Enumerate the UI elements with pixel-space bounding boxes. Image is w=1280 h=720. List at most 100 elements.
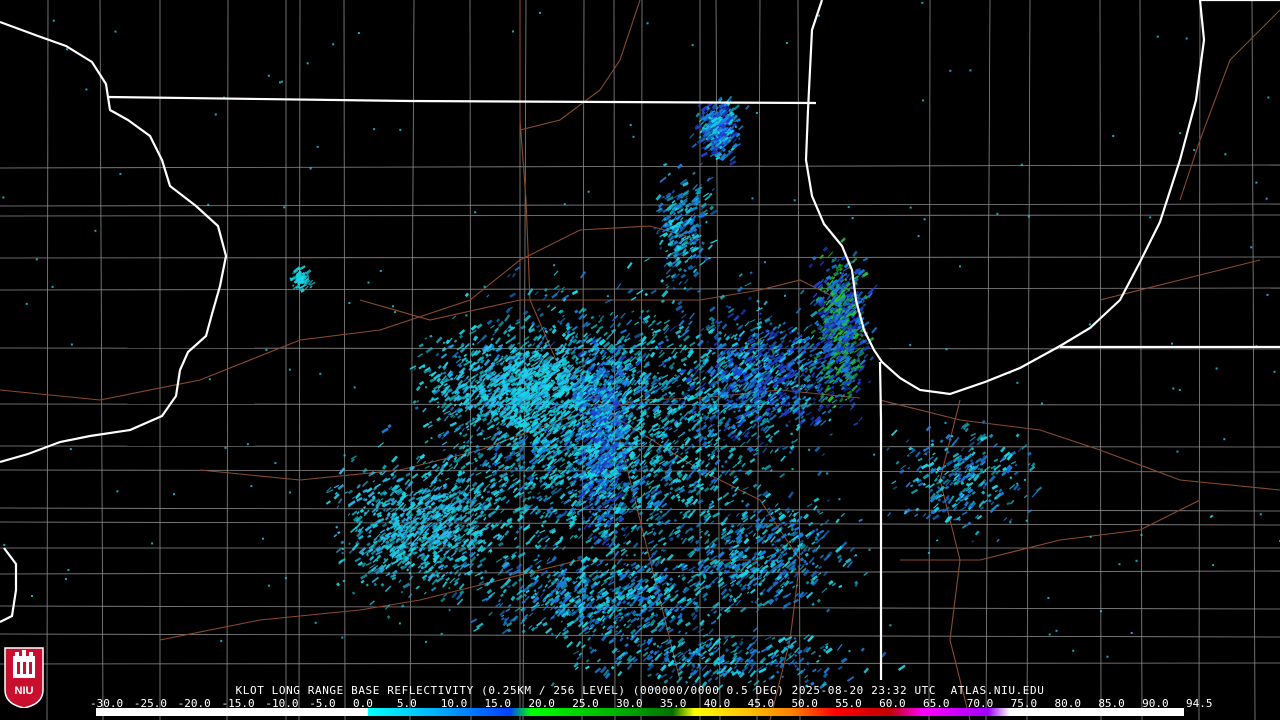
echo-speck: [493, 416, 500, 422]
echo-speck: [458, 329, 466, 335]
radar-map-canvas: [0, 0, 1280, 720]
echo-speck: [592, 526, 600, 534]
echo-speck: [442, 408, 447, 413]
echo-speck: [449, 406, 455, 411]
echo-speck: [549, 341, 556, 348]
echo-speck: [539, 514, 544, 520]
echo-speck: [650, 289, 657, 295]
county-line: [226, 0, 229, 720]
echo-speck: [677, 300, 683, 306]
echo-speck: [558, 317, 566, 324]
echo-speck: [653, 473, 659, 478]
echo-speck: [665, 338, 670, 342]
echo-speck: [518, 525, 523, 531]
echo-speck: [756, 325, 762, 330]
echo-speck: [684, 509, 691, 515]
echo-speck: [678, 343, 683, 348]
echo-speck: [664, 519, 671, 526]
echo-speck: [413, 367, 417, 371]
echo-speck: [476, 431, 483, 437]
echo-speck: [523, 341, 528, 346]
echo-speck: [623, 338, 628, 343]
echo-speck: [416, 399, 420, 403]
echo-speck: [531, 495, 536, 500]
echo-speck: [537, 534, 541, 538]
echo-speck: [577, 533, 583, 540]
echo-speck: [756, 484, 762, 490]
echo-speck: [653, 314, 657, 318]
echo-speck: [560, 290, 564, 293]
echo-speck: [620, 312, 626, 319]
echo-speck: [581, 464, 586, 469]
echo-speck: [537, 307, 541, 312]
echo-speck: [827, 408, 832, 414]
echo-speck: [476, 323, 483, 330]
echo-speck: [483, 358, 491, 367]
echo-speck: [632, 397, 641, 404]
echo-speck: [747, 296, 753, 301]
echo-speck: [656, 430, 661, 436]
echo-speck: [738, 330, 746, 338]
echo-speck: [672, 439, 676, 444]
echo-speck: [512, 487, 518, 494]
county-line: [0, 521, 1280, 526]
echo-speck: [414, 406, 419, 410]
echo-speck: [583, 524, 589, 530]
echo-speck: [481, 334, 488, 341]
echo-speck: [456, 414, 463, 419]
echo-speck: [634, 321, 640, 326]
echo-speck: [707, 458, 711, 461]
echo-speck: [696, 339, 704, 347]
county-line: [99, 0, 104, 720]
echo-speck: [674, 450, 679, 454]
echo-speck: [588, 510, 592, 514]
echo-speck: [669, 536, 674, 542]
echo-speck: [487, 541, 493, 547]
echo-speck: [381, 427, 389, 434]
echo-speck: [799, 289, 805, 295]
echo-speck: [658, 529, 664, 535]
echo-speck: [540, 349, 544, 352]
echo-speck: [620, 329, 627, 334]
echo-speck: [435, 336, 443, 344]
echo-speck: [689, 341, 696, 347]
echo-speck: [415, 385, 421, 392]
echo-speck: [561, 314, 565, 318]
echo-speck: [749, 271, 753, 275]
echo-speck: [576, 466, 581, 471]
echo-speck: [669, 418, 676, 424]
county-line: [0, 164, 1280, 169]
echo-speck: [750, 432, 758, 438]
echo-speck: [683, 335, 690, 342]
echo-speck: [505, 499, 510, 504]
echo-speck: [661, 289, 669, 298]
echo-speck: [671, 447, 676, 451]
echo-speck: [674, 374, 678, 377]
echo-speck: [701, 412, 704, 416]
echo-speck: [463, 353, 468, 358]
echo-speck: [695, 489, 702, 496]
echo-speck: [838, 403, 845, 409]
echo-speck: [656, 372, 660, 375]
echo-speck: [550, 306, 557, 312]
echo-speck: [675, 304, 683, 312]
echo-speck: [575, 361, 579, 365]
echo-speck: [696, 477, 702, 484]
echo-speck: [487, 464, 492, 469]
echo-speck: [664, 335, 668, 339]
echo-speck: [658, 424, 661, 428]
echo-speck: [462, 433, 468, 438]
echo-speck: [563, 498, 571, 505]
echo-speck: [551, 292, 558, 299]
echo-speck: [733, 410, 736, 414]
echo-speck: [717, 320, 723, 325]
echo-speck: [790, 432, 794, 436]
echo-speck: [673, 529, 682, 535]
highway: [519, 0, 641, 131]
echo-speck: [741, 462, 746, 468]
echo-speck: [662, 323, 670, 332]
echo-speck: [714, 458, 721, 466]
echo-speck: [656, 320, 662, 326]
echo-speck: [739, 441, 746, 447]
echo-speck: [769, 449, 774, 454]
